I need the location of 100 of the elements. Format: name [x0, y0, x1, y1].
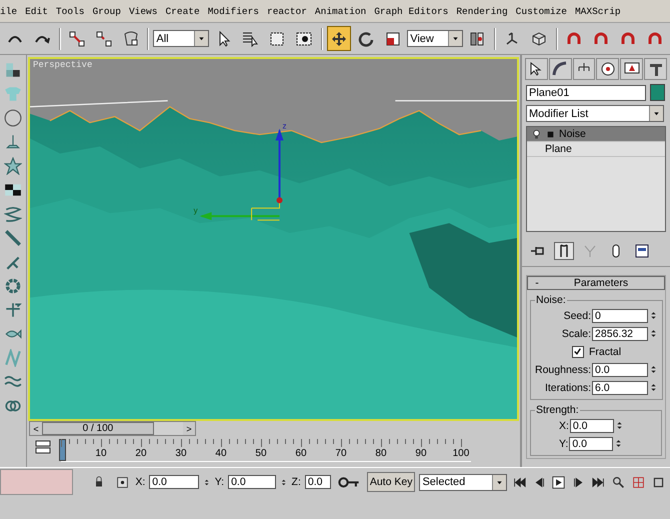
dropdown[interactable]: View: [407, 30, 463, 47]
field-label: Roughness:: [535, 364, 592, 376]
tick-label: 30: [175, 448, 187, 459]
link-icon: [69, 30, 86, 46]
tick-label: 50: [255, 448, 267, 459]
tick-label: 70: [335, 448, 347, 459]
panel-tab[interactable]: [620, 58, 644, 80]
check-mark-icon: [573, 347, 582, 356]
menu-item[interactable]: Modifiers: [204, 6, 263, 16]
track-bar[interactable]: 10 20 30 40 50 60 70 80 90 100: [60, 439, 471, 462]
coordinate-field[interactable]: 0.0: [304, 475, 331, 489]
magnet-icon: [592, 30, 609, 46]
spinner-field[interactable]: 2856.32: [592, 326, 648, 340]
name-field[interactable]: Plane01: [526, 84, 646, 100]
key-icon: [338, 476, 360, 488]
menu-item[interactable]: Rendering: [452, 6, 512, 16]
previous-button[interactable]: <: [30, 422, 42, 435]
menu-item[interactable]: Animation: [310, 6, 370, 16]
star-icon: [4, 157, 22, 175]
spinner-field[interactable]: 6.0: [592, 380, 648, 394]
stack-item[interactable]: Plane: [527, 142, 665, 157]
menu-item[interactable]: Edit: [21, 6, 52, 16]
toolbar-button[interactable]: [326, 26, 352, 51]
search-icon: [612, 476, 625, 488]
stack-button[interactable]: [554, 242, 574, 260]
menu-item[interactable]: reactor: [263, 6, 311, 16]
panel-tab[interactable]: [572, 58, 596, 80]
field-label: Y:: [214, 476, 224, 488]
field-label: Z:: [292, 476, 301, 488]
zoom-extents-icon: [652, 476, 665, 488]
tick-label: 90: [415, 448, 427, 459]
viewport-title: Perspective: [32, 60, 92, 70]
go-to-end-icon: [592, 476, 606, 488]
current-frame-marker[interactable]: [58, 439, 66, 461]
panel-tab[interactable]: [525, 58, 548, 80]
spinner-field[interactable]: 0.0: [570, 418, 614, 432]
magnet-icon: [646, 30, 663, 46]
field-label: X:: [559, 420, 569, 432]
modifier-list-dropdown[interactable]: Modifier List: [526, 105, 664, 122]
field-label: X:: [135, 476, 146, 488]
stack-item-label: Plane: [545, 143, 572, 155]
lamp-icon: [4, 133, 22, 151]
coordinate-field[interactable]: 0.0: [228, 475, 276, 489]
color-swatch[interactable]: [650, 84, 665, 101]
pivot-icon: [469, 30, 486, 46]
menu-item[interactable]: Tools: [52, 6, 88, 16]
next-button[interactable]: >: [182, 422, 195, 435]
spinner-field[interactable]: 0.0: [569, 436, 614, 450]
checkbox-label: Fractal: [588, 346, 622, 358]
configure-icon: [634, 243, 650, 259]
menu-item[interactable]: Views: [124, 6, 162, 16]
stack-item-label: Noise: [559, 128, 586, 140]
key-filter-dropdown[interactable]: Selected: [419, 474, 508, 490]
menu-item[interactable]: Customize: [512, 6, 571, 16]
group-title: Strength:: [535, 404, 580, 416]
cubes-icon: [4, 61, 22, 79]
move-arrows-icon: [331, 30, 348, 46]
magnet-icon: [620, 30, 636, 46]
shirt-icon: [4, 85, 22, 103]
hammer-icon: [648, 61, 664, 77]
curve-icon: [552, 61, 568, 77]
transform-mode-icon: [116, 476, 129, 488]
rotate-icon: [358, 30, 374, 46]
fork-icon: [582, 243, 598, 259]
field-label: Seed:: [564, 310, 592, 322]
spinner-field[interactable]: 0: [592, 308, 648, 322]
auto-key-button[interactable]: Auto Key: [366, 472, 416, 492]
menu-item[interactable]: Graph Editors: [370, 6, 452, 16]
weather-vane-icon: [4, 301, 22, 319]
script-listener-field[interactable]: [0, 469, 73, 495]
menu-item[interactable]: ile: [0, 6, 22, 16]
menu-item[interactable]: Create: [161, 6, 204, 16]
magnet-icon: [566, 30, 582, 46]
gear-icon: [4, 277, 22, 295]
zoom-all-icon: [632, 476, 645, 488]
dashed-rectangle-icon: [269, 30, 286, 46]
rollout-header[interactable]: - Parameters: [527, 276, 665, 290]
motion-icon: [600, 61, 616, 77]
panel-tab[interactable]: [596, 58, 620, 80]
unlink-icon: [96, 30, 112, 46]
tick-label: 40: [215, 448, 227, 459]
menu-item[interactable]: MAXScrip: [570, 6, 625, 16]
checkbox[interactable]: [572, 346, 584, 358]
light-bulb-icon: [531, 128, 542, 140]
time-slider[interactable]: < 0 / 100 >: [28, 421, 196, 436]
stack-item[interactable]: Noise: [527, 127, 665, 142]
coordinate-field[interactable]: 0.0: [149, 475, 200, 489]
list-cursor-icon: [242, 30, 258, 46]
scale-icon: [384, 30, 401, 46]
bind-icon: [122, 30, 139, 46]
menu-item[interactable]: Group: [88, 6, 125, 16]
go-to-start-icon: [512, 476, 526, 488]
panel-tab[interactable]: [644, 58, 667, 80]
tick-label: 10: [95, 448, 107, 459]
time-slider-thumb[interactable]: 0 / 100: [42, 422, 154, 435]
spinner-field[interactable]: 0.0: [592, 362, 648, 376]
dropdown[interactable]: All: [153, 30, 210, 47]
tick-label: 80: [375, 448, 387, 459]
panel-tab[interactable]: [548, 58, 572, 80]
track-bar-icon: [34, 439, 51, 455]
